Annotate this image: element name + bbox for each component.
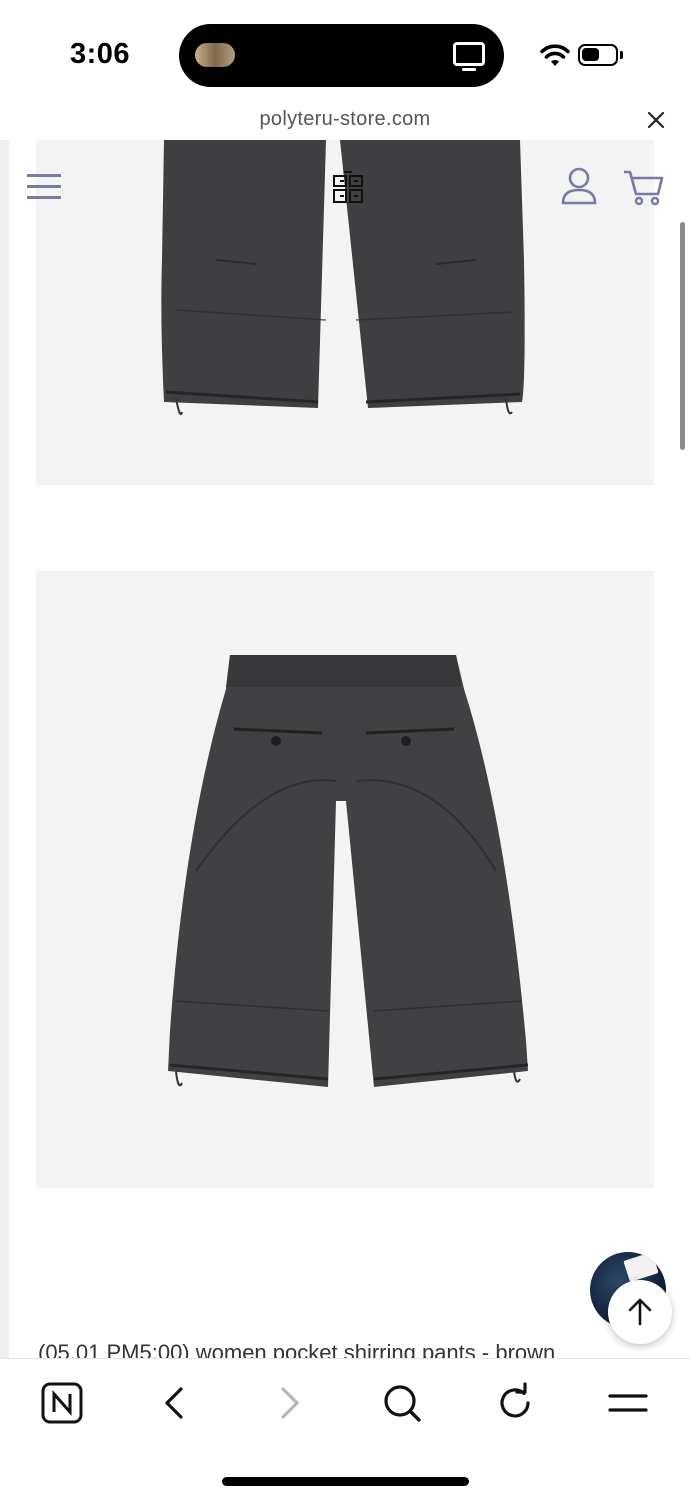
- store-logo[interactable]: [330, 170, 366, 206]
- close-icon[interactable]: [644, 108, 668, 132]
- page-left-edge: [0, 140, 9, 1358]
- product-caption[interactable]: (05.01 PM5:00) women pocket shirring pan…: [38, 1340, 555, 1358]
- avatar-logo-tag: [623, 1252, 659, 1283]
- chevron-left-icon[interactable]: [153, 1381, 197, 1425]
- status-time: 3:06: [70, 38, 131, 70]
- live-activity-avatar-icon: [195, 43, 235, 67]
- arrow-up-icon: [628, 1298, 652, 1326]
- page-content[interactable]: (05.01 PM5:00) women pocket shirring pan…: [0, 140, 690, 1358]
- battery-icon: [578, 44, 618, 66]
- hamburger-menu-icon[interactable]: [27, 172, 61, 200]
- pants-back-illustration: [168, 655, 529, 1087]
- menu-lines-icon[interactable]: [606, 1381, 650, 1425]
- status-bar: 3:06: [0, 0, 690, 100]
- reload-icon[interactable]: [493, 1381, 537, 1425]
- cart-icon[interactable]: [622, 166, 664, 206]
- dynamic-island[interactable]: [179, 24, 504, 87]
- battery-level: [582, 48, 599, 61]
- address-bar[interactable]: polyteru-store.com: [0, 100, 690, 140]
- wifi-icon: [540, 44, 570, 66]
- search-icon[interactable]: [380, 1381, 424, 1425]
- url-text[interactable]: polyteru-store.com: [0, 108, 690, 131]
- screen-mirroring-icon: [453, 42, 485, 71]
- naver-n-icon[interactable]: [40, 1381, 84, 1425]
- mobile-browser-page: 3:06 polyteru-store.com (05.01 PM5:00) w…: [0, 0, 690, 1500]
- home-indicator[interactable]: [222, 1477, 469, 1486]
- user-icon[interactable]: [560, 166, 598, 206]
- chevron-right-icon[interactable]: [267, 1381, 311, 1425]
- scrollbar-thumb[interactable]: [680, 222, 685, 450]
- product-image-back[interactable]: [36, 571, 654, 1188]
- browser-toolbar: [0, 1358, 690, 1500]
- site-header: [0, 140, 690, 230]
- scroll-to-top-button[interactable]: [608, 1280, 672, 1344]
- battery-tip: [620, 51, 623, 59]
